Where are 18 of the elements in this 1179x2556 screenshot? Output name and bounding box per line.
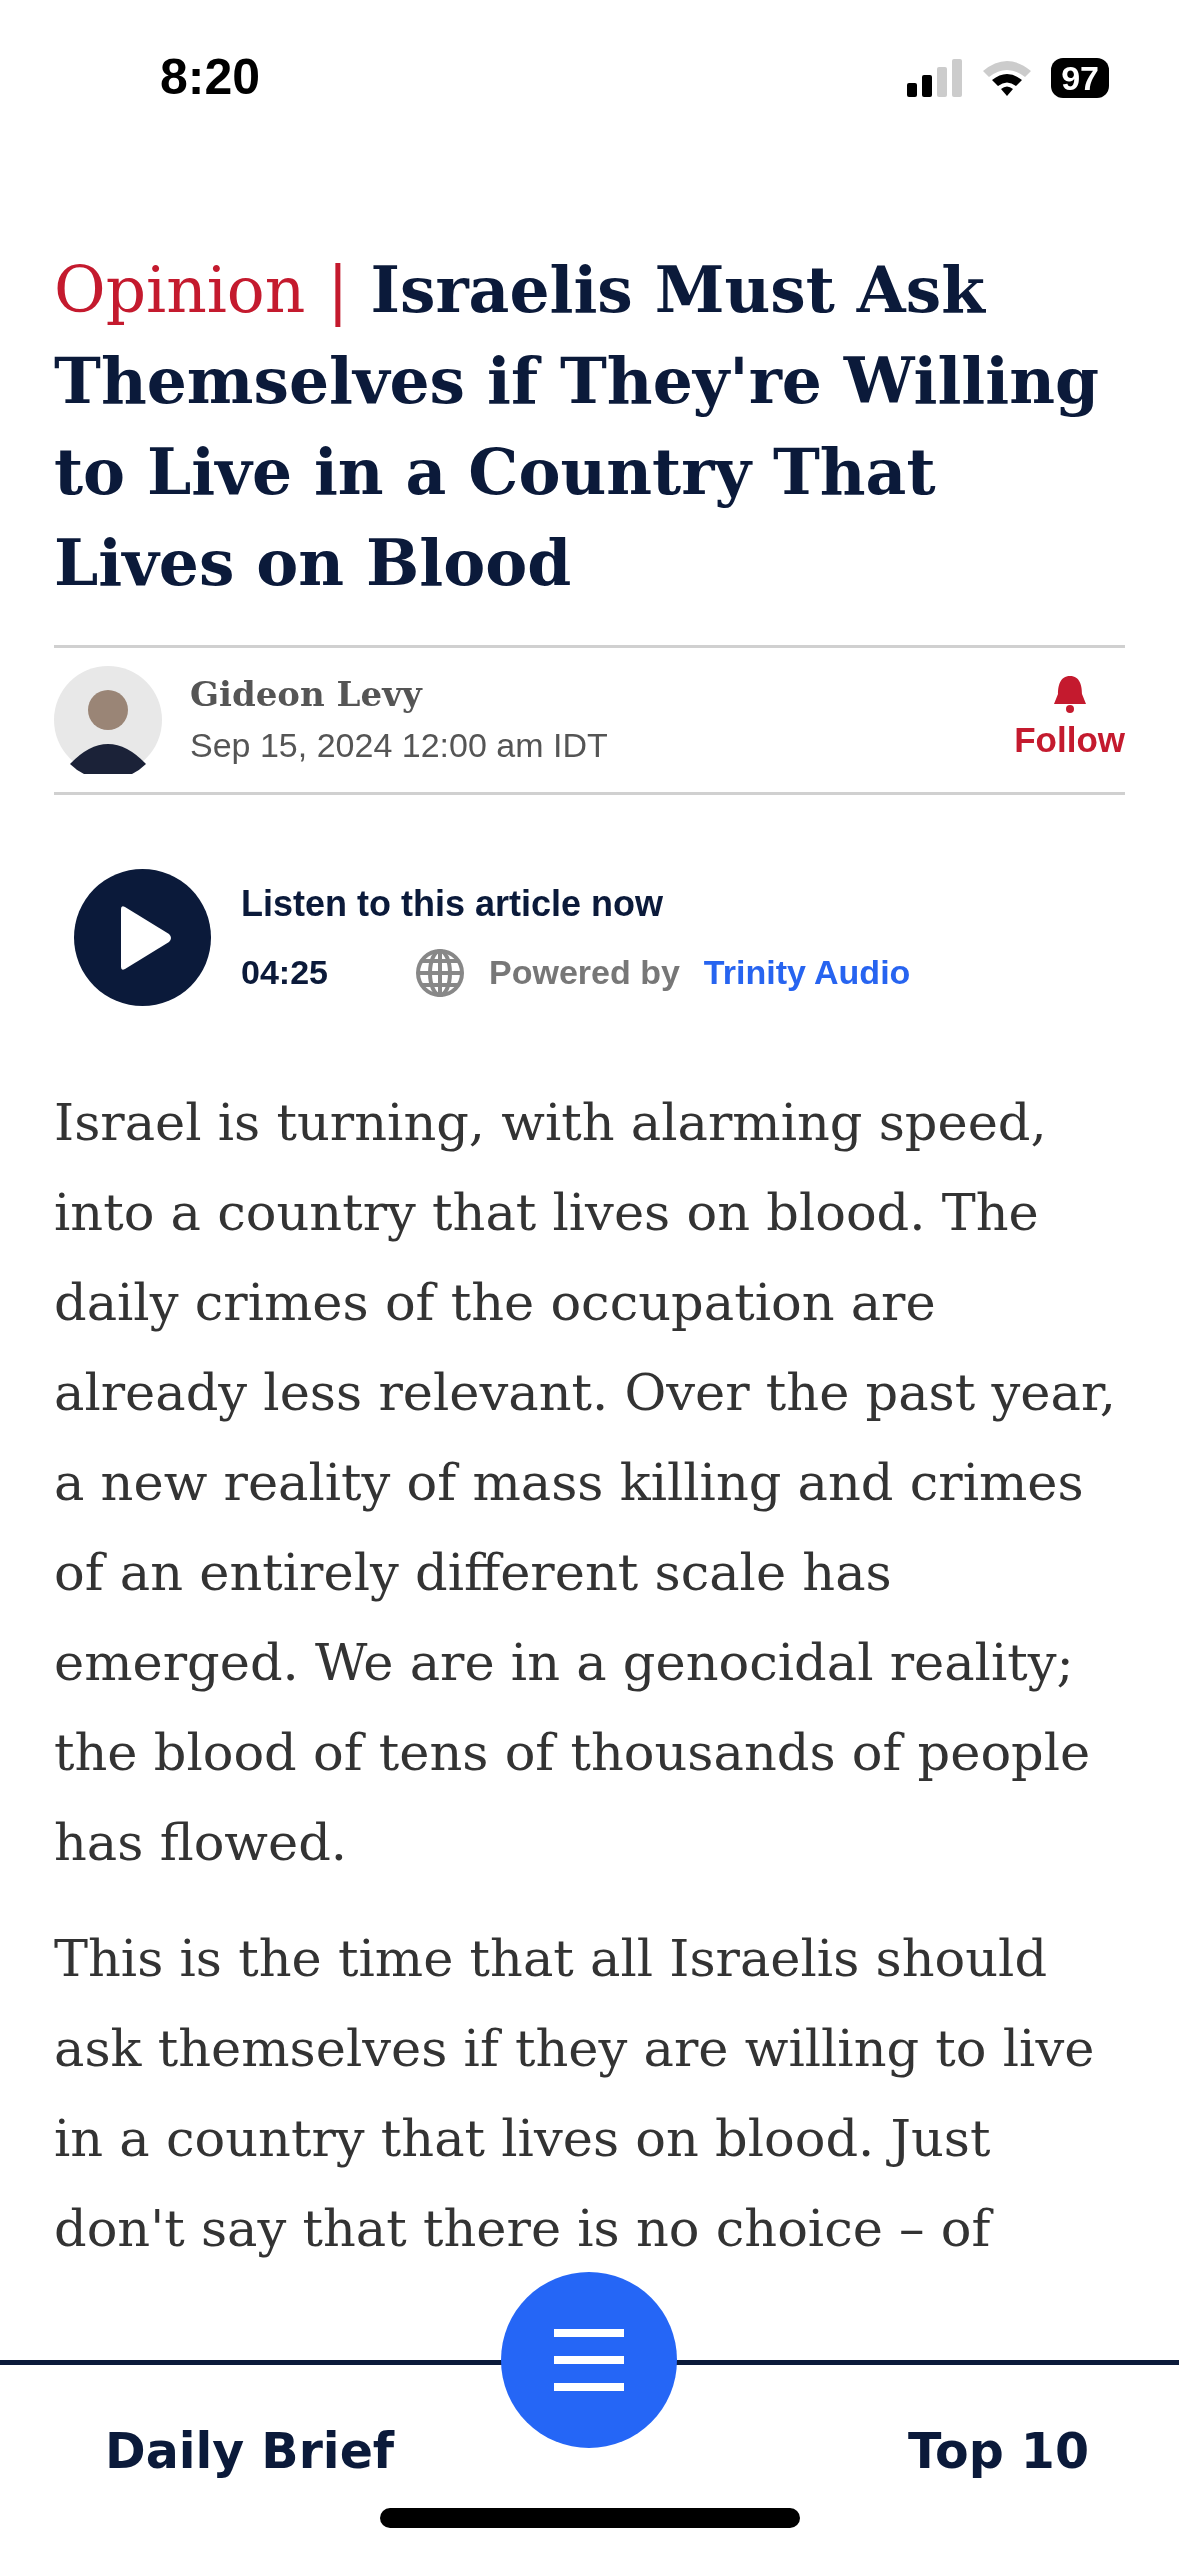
headline: Opinion | Israelis Must Ask Themselves if They're Willing to Live in a Country That Lives on Blood [54,252,1101,602]
publish-date: Sep 15, 2024 12:00 am IDT [190,725,609,766]
nav-tab[interactable]: Daily Brief [105,2415,395,2489]
follow-button[interactable]: Follow [1014,673,1125,767]
audio-title: Listen to this article now [241,882,665,926]
powered-by-label: Powered by [489,952,680,993]
globe-icon [415,947,465,998]
nav-tab[interactable]: Top 10 [908,2415,1089,2489]
article-paragraph: This is the time that all Israelis should ask themselves if they are willing to live in a country that lives on blood. Just don't say that there is no choice – of [54,1928,1096,2260]
provider-link[interactable]: Trinity Audio [703,947,911,998]
article-paragraph: Israel is turning, with alarming speed, into a country that lives on blood. The daily crimes of the occupation are already less relevant. Over the past year, a new reality of mass killing and crimes of an entirely different scale has emerged. We are in a genocidal reality; the blood of tens of thousands of people has flowed. [54,1092,1117,1874]
audio-duration: 04:25 [241,952,329,993]
battery-level: 97 [1051,58,1109,98]
wifi-icon [981,59,1034,97]
signal-icon [907,59,964,97]
author-name: Gideon Levy [190,673,424,716]
status-time: 8:20 [160,52,261,102]
menu-icon [554,2329,624,2391]
